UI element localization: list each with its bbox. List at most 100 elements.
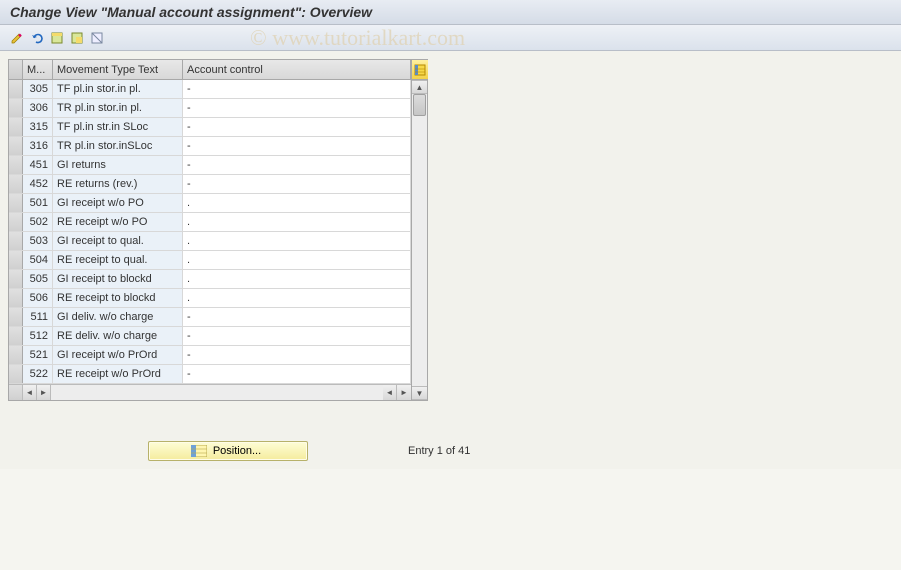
table-row: 522RE receipt w/o PrOrd-	[9, 365, 411, 384]
table-row: 452RE returns (rev.)-	[9, 175, 411, 194]
cell-movement-code: 505	[23, 270, 53, 288]
vertical-scrollbar[interactable]: ▲ ▼	[411, 60, 427, 400]
content-area: M... Movement Type Text Account control …	[0, 51, 901, 469]
scroll-thumb[interactable]	[413, 94, 426, 116]
scroll-right-end-icon[interactable]: ►	[397, 385, 411, 400]
cell-movement-text: TR pl.in stor.inSLoc	[53, 137, 183, 155]
cell-movement-code: 316	[23, 137, 53, 155]
header-movement-text[interactable]: Movement Type Text	[53, 60, 183, 79]
change-icon[interactable]	[8, 29, 26, 47]
cell-movement-code: 306	[23, 99, 53, 117]
table-row: 503GI receipt to qual..	[9, 232, 411, 251]
table-row: 505GI receipt to blockd.	[9, 270, 411, 289]
cell-account-control[interactable]: -	[183, 308, 411, 326]
row-selector[interactable]	[9, 137, 23, 155]
position-icon	[191, 444, 207, 458]
cell-movement-text: TF pl.in str.in SLoc	[53, 118, 183, 136]
cell-account-control[interactable]: .	[183, 232, 411, 250]
row-selector[interactable]	[9, 175, 23, 193]
horizontal-scrollbar[interactable]: ◄ ► ◄ ►	[9, 384, 411, 400]
cell-movement-text: RE receipt to qual.	[53, 251, 183, 269]
cell-movement-code: 522	[23, 365, 53, 383]
entry-counter: Entry 1 of 41	[408, 445, 470, 457]
cell-movement-text: RE receipt to blockd	[53, 289, 183, 307]
row-selector[interactable]	[9, 365, 23, 383]
row-selector[interactable]	[9, 308, 23, 326]
scroll-down-icon[interactable]: ▼	[412, 386, 427, 400]
cell-account-control[interactable]: -	[183, 99, 411, 117]
deselect-all-icon[interactable]	[88, 29, 106, 47]
row-selector[interactable]	[9, 270, 23, 288]
row-selector[interactable]	[9, 232, 23, 250]
header-account-control[interactable]: Account control	[183, 60, 411, 79]
scroll-up-icon[interactable]: ▲	[412, 80, 427, 94]
header-selector[interactable]	[9, 60, 23, 79]
page-title: Change View "Manual account assignment":…	[10, 4, 372, 20]
scroll-left-icon[interactable]: ◄	[23, 385, 37, 400]
table-row: 502RE receipt w/o PO.	[9, 213, 411, 232]
select-all-icon[interactable]	[48, 29, 66, 47]
row-selector[interactable]	[9, 194, 23, 212]
cell-movement-code: 305	[23, 80, 53, 98]
table-row: 521GI receipt w/o PrOrd-	[9, 346, 411, 365]
position-button[interactable]: Position...	[148, 441, 308, 461]
cell-account-control[interactable]: -	[183, 365, 411, 383]
row-selector[interactable]	[9, 327, 23, 345]
title-bar: Change View "Manual account assignment":…	[0, 0, 901, 25]
cell-account-control[interactable]: -	[183, 156, 411, 174]
row-selector[interactable]	[9, 251, 23, 269]
cell-account-control[interactable]: .	[183, 270, 411, 288]
row-selector[interactable]	[9, 346, 23, 364]
scroll-left-end-icon[interactable]: ◄	[383, 385, 397, 400]
select-block-icon[interactable]	[68, 29, 86, 47]
cell-movement-text: TF pl.in stor.in pl.	[53, 80, 183, 98]
header-movement-code[interactable]: M...	[23, 60, 53, 79]
scroll-right-icon[interactable]: ►	[37, 385, 51, 400]
row-selector[interactable]	[9, 289, 23, 307]
cell-account-control[interactable]: .	[183, 289, 411, 307]
cell-movement-text: TR pl.in stor.in pl.	[53, 99, 183, 117]
table-settings-icon[interactable]	[412, 60, 428, 80]
cell-account-control[interactable]: -	[183, 175, 411, 193]
grid-header: M... Movement Type Text Account control	[9, 60, 411, 80]
cell-account-control[interactable]: .	[183, 251, 411, 269]
cell-account-control[interactable]: -	[183, 137, 411, 155]
table-row: 501GI receipt w/o PO.	[9, 194, 411, 213]
row-selector[interactable]	[9, 156, 23, 174]
cell-movement-code: 503	[23, 232, 53, 250]
row-selector[interactable]	[9, 213, 23, 231]
table-row: 305TF pl.in stor.in pl.-	[9, 80, 411, 99]
row-selector[interactable]	[9, 80, 23, 98]
row-selector[interactable]	[9, 118, 23, 136]
cell-movement-code: 504	[23, 251, 53, 269]
row-selector[interactable]	[9, 99, 23, 117]
cell-account-control[interactable]: .	[183, 194, 411, 212]
cell-movement-code: 451	[23, 156, 53, 174]
cell-movement-text: RE returns (rev.)	[53, 175, 183, 193]
cell-account-control[interactable]: -	[183, 327, 411, 345]
cell-movement-text: GI returns	[53, 156, 183, 174]
cell-movement-code: 502	[23, 213, 53, 231]
cell-movement-text: GI deliv. w/o charge	[53, 308, 183, 326]
grid-rows: 305TF pl.in stor.in pl.-306TR pl.in stor…	[9, 80, 411, 384]
cell-account-control[interactable]: -	[183, 118, 411, 136]
undo-icon[interactable]	[28, 29, 46, 47]
cell-movement-code: 506	[23, 289, 53, 307]
cell-account-control[interactable]: -	[183, 346, 411, 364]
cell-movement-text: GI receipt w/o PO	[53, 194, 183, 212]
table-row: 315TF pl.in str.in SLoc-	[9, 118, 411, 137]
footer: Position... Entry 1 of 41	[8, 441, 893, 461]
cell-account-control[interactable]: -	[183, 80, 411, 98]
cell-movement-code: 521	[23, 346, 53, 364]
cell-movement-code: 452	[23, 175, 53, 193]
table-row: 316TR pl.in stor.inSLoc-	[9, 137, 411, 156]
cell-movement-text: GI receipt to blockd	[53, 270, 183, 288]
table-row: 506RE receipt to blockd.	[9, 289, 411, 308]
position-label: Position...	[213, 445, 261, 457]
table-row: 306TR pl.in stor.in pl.-	[9, 99, 411, 118]
table-row: 451GI returns-	[9, 156, 411, 175]
cell-movement-text: GI receipt to qual.	[53, 232, 183, 250]
cell-movement-code: 512	[23, 327, 53, 345]
toolbar	[0, 25, 901, 51]
cell-account-control[interactable]: .	[183, 213, 411, 231]
